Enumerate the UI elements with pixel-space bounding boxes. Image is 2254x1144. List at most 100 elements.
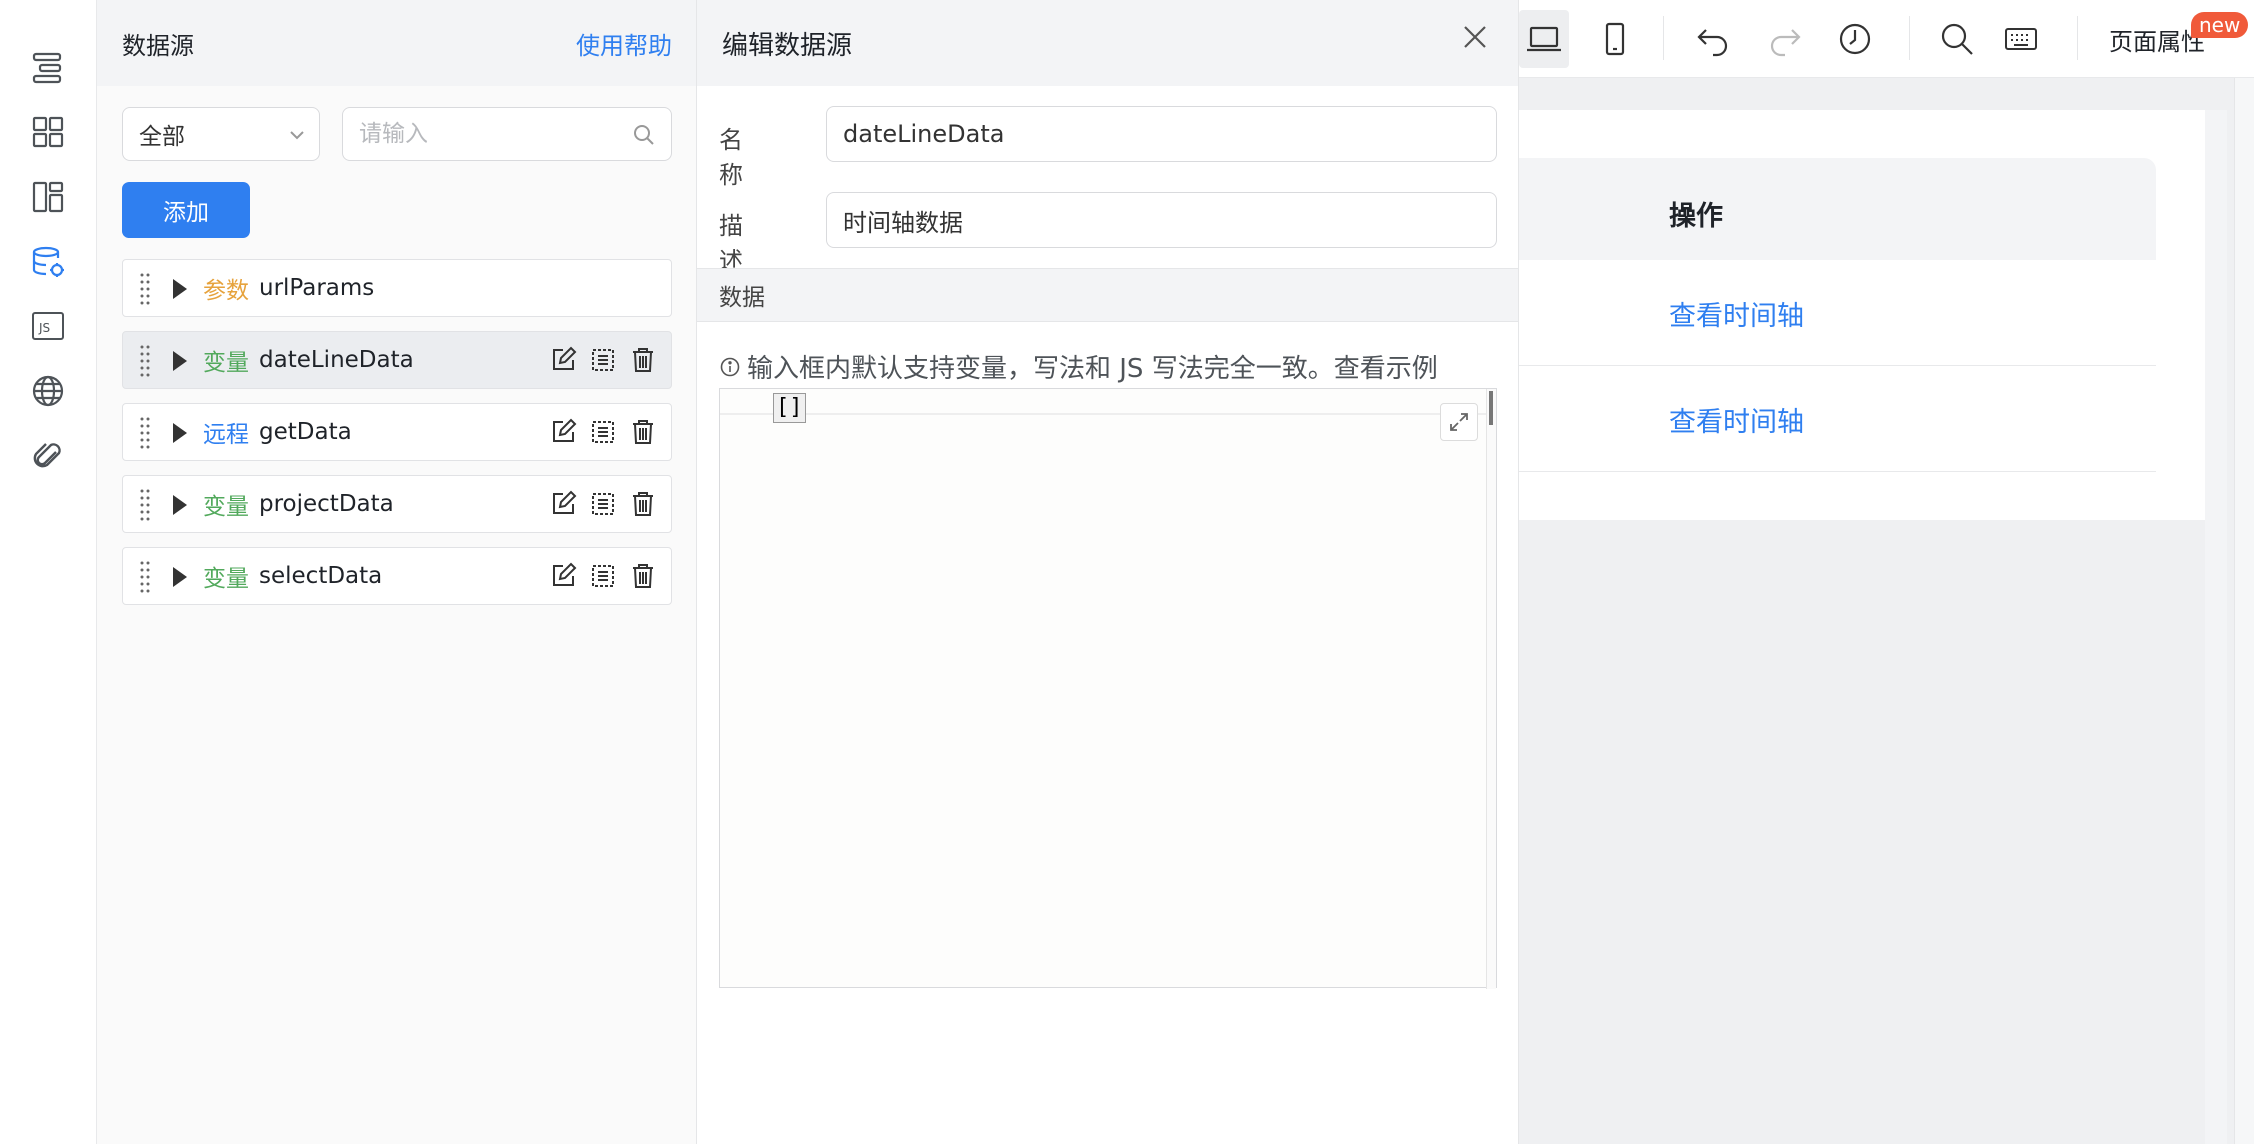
expand-caret-icon[interactable]	[173, 495, 187, 515]
shortcuts-button[interactable]	[1999, 17, 2043, 61]
datasource-item[interactable]: 远程 getData	[122, 403, 672, 461]
datasource-icon[interactable]	[24, 238, 72, 286]
delete-icon[interactable]	[629, 418, 657, 446]
type-filter-select[interactable]: 全部	[122, 107, 320, 161]
datasource-item[interactable]: 变量 dateLineData	[122, 331, 672, 389]
datasource-actions	[549, 346, 657, 374]
editor-scroll-thumb[interactable]	[1489, 391, 1493, 425]
redo-button[interactable]	[1763, 17, 1807, 61]
top-toolbar: 页面属性 new	[1519, 0, 2254, 78]
close-icon[interactable]	[1460, 22, 1490, 52]
js-icon[interactable]: JS	[24, 302, 72, 350]
description-row: 描述	[719, 192, 1497, 275]
edit-icon[interactable]	[549, 418, 577, 446]
canvas-scrollbar[interactable]	[2234, 78, 2254, 1144]
datasource-name: selectData	[259, 563, 383, 589]
copy-icon[interactable]	[589, 562, 617, 590]
search-input[interactable]	[359, 121, 599, 147]
search-box	[342, 107, 672, 161]
help-link[interactable]: 使用帮助	[576, 26, 672, 61]
drag-handle-icon[interactable]	[139, 344, 151, 378]
globe-icon[interactable]	[24, 367, 72, 415]
desktop-view-button[interactable]	[1519, 10, 1569, 68]
view-timeline-link[interactable]: 查看时间轴	[1669, 400, 1804, 439]
table-header: 操作	[1519, 158, 2156, 260]
delete-icon[interactable]	[629, 562, 657, 590]
canvas-area: 页面属性 new 操作 查看时间轴 查看时间轴	[1519, 0, 2254, 1144]
drag-handle-icon[interactable]	[139, 416, 151, 450]
edit-icon[interactable]	[549, 346, 577, 374]
toolbar-divider	[1909, 16, 1910, 60]
edit-icon[interactable]	[549, 562, 577, 590]
datasource-item[interactable]: 参数 urlParams	[122, 259, 672, 317]
datasource-panel: 数据源 使用帮助 全部 添加 参数 urlParams 变量 dateLineD…	[97, 0, 697, 1144]
copy-icon[interactable]	[589, 418, 617, 446]
expand-caret-icon[interactable]	[173, 351, 187, 371]
components-icon[interactable]	[24, 108, 72, 156]
edit-datasource-panel: 编辑数据源 名称 描述 数据 输入框内默认支持变量，写法和 JS 写法完全一致。…	[697, 0, 1519, 1144]
expand-caret-icon[interactable]	[173, 279, 187, 299]
datasource-name: dateLineData	[259, 347, 414, 373]
history-icon	[1839, 23, 1871, 55]
delete-icon[interactable]	[629, 490, 657, 518]
page-canvas: 操作 查看时间轴 查看时间轴	[1519, 110, 2205, 520]
editor-hint: 输入框内默认支持变量，写法和 JS 写法完全一致。查看示例	[719, 348, 1438, 385]
search-icon	[1941, 23, 1973, 55]
datasource-list: 参数 urlParams 变量 dateLineData 远程 getData	[122, 259, 672, 619]
mobile-icon	[1605, 22, 1625, 56]
toolbar-divider	[1663, 16, 1664, 60]
editor-hint-text[interactable]: 输入框内默认支持变量，写法和 JS 写法完全一致。查看示例	[747, 348, 1438, 385]
mobile-view-button[interactable]	[1593, 17, 1637, 61]
datasource-title: 数据源	[122, 31, 194, 60]
add-datasource-button[interactable]: 添加	[122, 182, 250, 238]
current-line-highlight	[720, 413, 1488, 415]
table-row: 查看时间轴	[1519, 260, 2156, 366]
datasource-actions	[549, 418, 657, 446]
name-row: 名称	[719, 106, 1497, 189]
datasource-type: 变量	[203, 494, 249, 520]
search-button[interactable]	[1935, 17, 1979, 61]
undo-button[interactable]	[1691, 17, 1735, 61]
expand-caret-icon[interactable]	[173, 567, 187, 587]
datasource-type: 参数	[203, 278, 249, 304]
editor-code: []	[773, 393, 806, 423]
chevron-down-icon	[290, 131, 304, 140]
datasource-name: urlParams	[259, 275, 375, 301]
datasource-type: 变量	[203, 350, 249, 376]
toolbar-divider	[2077, 16, 2078, 60]
code-editor[interactable]: []	[719, 388, 1497, 989]
edit-panel-title: 编辑数据源	[722, 30, 853, 61]
laptop-icon	[1527, 26, 1561, 52]
datasource-name: getData	[259, 419, 352, 445]
search-icon[interactable]	[631, 122, 657, 148]
drag-handle-icon[interactable]	[139, 488, 151, 522]
copy-icon[interactable]	[589, 346, 617, 374]
fullscreen-button[interactable]	[1440, 403, 1478, 441]
edit-icon[interactable]	[549, 490, 577, 518]
svg-text:JS: JS	[38, 321, 50, 335]
datasource-type: 变量	[203, 566, 249, 592]
drag-handle-icon[interactable]	[139, 560, 151, 594]
outline-icon[interactable]	[24, 44, 72, 92]
history-button[interactable]	[1833, 17, 1877, 61]
datasource-item[interactable]: 变量 projectData	[122, 475, 672, 533]
description-input[interactable]	[826, 192, 1497, 248]
name-input[interactable]	[826, 106, 1497, 162]
attachment-icon[interactable]	[24, 432, 72, 480]
drag-handle-icon[interactable]	[139, 272, 151, 306]
view-timeline-link[interactable]: 查看时间轴	[1669, 294, 1804, 333]
delete-icon[interactable]	[629, 346, 657, 374]
description-label: 描述	[719, 212, 777, 275]
undo-icon	[1697, 29, 1728, 57]
page-gutter	[2205, 110, 2227, 1144]
datasource-item[interactable]: 变量 selectData	[122, 547, 672, 605]
editor-scrollbar[interactable]	[1486, 389, 1496, 989]
datasource-type: 远程	[203, 422, 249, 448]
new-badge: new	[2191, 12, 2249, 38]
layout-icon[interactable]	[24, 173, 72, 221]
datasource-name: projectData	[259, 491, 394, 517]
edit-header: 编辑数据源	[697, 0, 1518, 86]
copy-icon[interactable]	[589, 490, 617, 518]
column-header-actions: 操作	[1669, 201, 1723, 232]
expand-caret-icon[interactable]	[173, 423, 187, 443]
